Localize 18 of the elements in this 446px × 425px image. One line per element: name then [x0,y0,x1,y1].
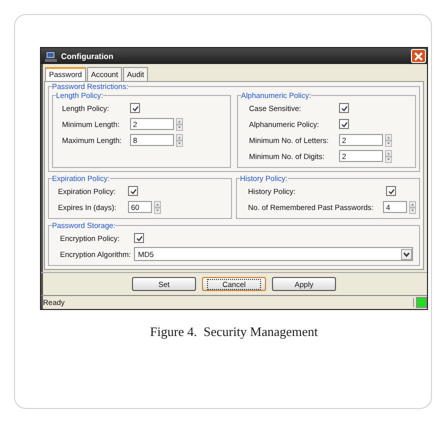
computer-icon [45,50,57,62]
checkbox[interactable] [128,186,138,196]
spinner-arrows-icon [409,200,416,214]
spinner-arrows-icon [154,200,161,214]
window-title: Configuration [61,52,114,60]
chevron-down-icon [401,248,412,260]
checkbox[interactable] [339,119,349,129]
figure-caption: Figure 4. Security Management [149,324,319,340]
checkbox[interactable] [134,233,144,243]
spinner-arrows-icon [385,134,392,146]
checkbox[interactable] [130,103,140,113]
spinner-arrows-icon [385,150,392,162]
close-icon [414,52,423,60]
spinner-arrows-icon [176,134,183,146]
checkbox[interactable] [386,186,396,196]
checkbox[interactable] [339,103,349,113]
spinner-arrows-icon [176,118,183,130]
close-button[interactable] [411,49,426,63]
